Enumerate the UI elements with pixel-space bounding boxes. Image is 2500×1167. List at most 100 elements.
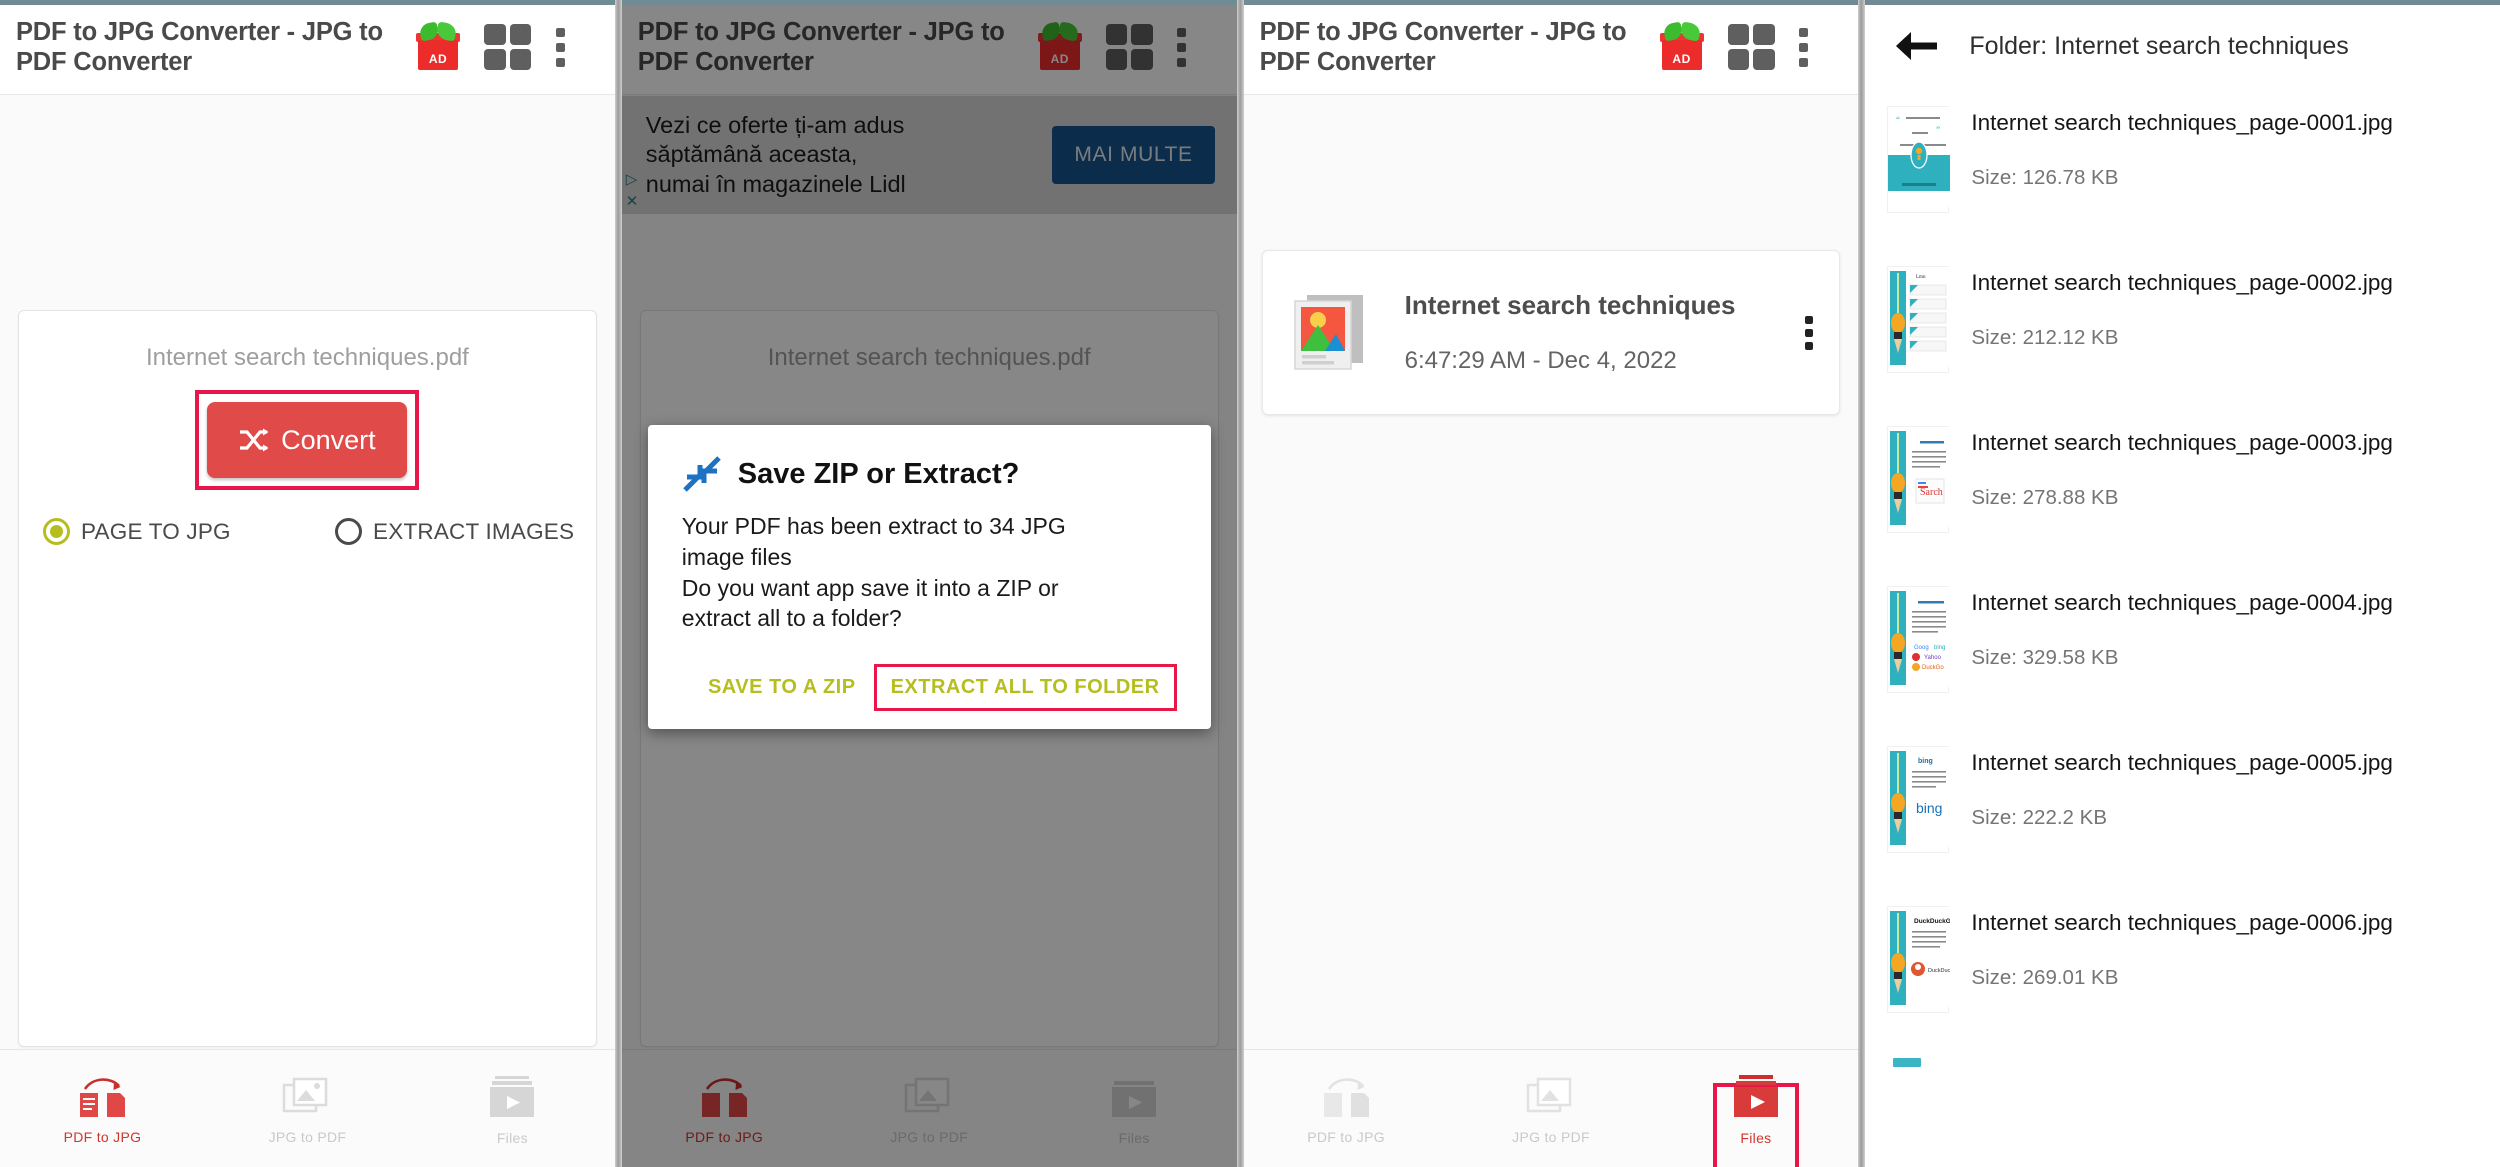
- output-card-text: Internet search techniques 6:47:29 AM - …: [1405, 290, 1778, 375]
- radio-page-to-jpg[interactable]: PAGE TO JPG: [31, 518, 335, 545]
- files-icon: [483, 1072, 541, 1122]
- converter-body: Internet search techniques.pdf Convert P…: [0, 95, 615, 1167]
- files-icon: [1727, 1072, 1785, 1122]
- file-size: Size: 269.01 KB: [1971, 965, 2119, 989]
- output-folder-card[interactable]: Internet search techniques 6:47:29 AM - …: [1261, 250, 1841, 415]
- file-thumbnail: “ ”: [1887, 106, 1951, 213]
- file-thumbnail: Sarch: [1887, 426, 1951, 533]
- dialog-message: Your PDF has been extract to 34 JPG imag…: [682, 511, 1177, 634]
- file-thumbnail: Lmn: [1887, 266, 1951, 373]
- folder-app-bar: Folder: Internet search techniques: [1865, 0, 2500, 92]
- panel-divider-3: [1858, 0, 1866, 1167]
- nav-item-pdf-to-jpg[interactable]: PDF to JPG: [0, 1073, 205, 1145]
- jpg-to-pdf-icon: [276, 1073, 338, 1121]
- svg-text:Lmn: Lmn: [1916, 275, 1926, 280]
- overflow-menu-icon[interactable]: [1799, 27, 1809, 67]
- convert-button[interactable]: Convert: [207, 402, 408, 478]
- nav-label-jpg-to-pdf: JPG to PDF: [268, 1128, 347, 1145]
- svg-text:Goog: Goog: [1914, 645, 1929, 651]
- list-item[interactable]: Goog bing Yahoo DuckGo Internet search t…: [1865, 572, 2500, 732]
- folder-file-list[interactable]: “ ” Internet search techniques_page-0001…: [1865, 92, 2500, 1167]
- app-bar: PDF to JPG Converter - JPG to PDF Conver…: [0, 0, 615, 95]
- svg-text:”: ”: [1936, 125, 1940, 135]
- file-size: Size: 329.58 KB: [1971, 645, 2119, 669]
- panel-divider-2: [1236, 0, 1244, 1167]
- dialog-message-line-4: extract all to a folder?: [681, 605, 902, 632]
- nav-item-files[interactable]: Files: [1653, 1072, 1858, 1167]
- list-item[interactable]: Sarch Internet search techniques_page-00…: [1865, 412, 2500, 572]
- output-card-overflow-icon[interactable]: [1799, 315, 1819, 350]
- shuffle-icon: [239, 428, 269, 452]
- list-item[interactable]: DuckDuckGo DuckDuckGo Internet search te…: [1865, 892, 2500, 1052]
- save-zip-or-extract-dialog: Save ZIP or Extract? Your PDF has been e…: [647, 425, 1211, 730]
- selected-file-name: Internet search techniques.pdf: [145, 344, 469, 371]
- folder-title: Folder: Internet search techniques: [1969, 31, 2349, 60]
- extract-all-to-folder-button[interactable]: EXTRACT ALL TO FOLDER: [873, 664, 1177, 712]
- radio-selected-icon: [43, 518, 70, 545]
- radio-extract-images[interactable]: EXTRACT IMAGES: [335, 518, 574, 545]
- pdf-to-jpg-icon: [1315, 1073, 1377, 1121]
- file-size: Size: 278.88 KB: [1971, 485, 2119, 509]
- svg-text:bing: bing: [1918, 758, 1933, 765]
- svg-text:Yahoo: Yahoo: [1924, 655, 1942, 661]
- nav-item-jpg-to-pdf[interactable]: JPG to PDF: [205, 1073, 410, 1145]
- svg-text:DuckGo: DuckGo: [1922, 665, 1944, 671]
- file-name: Internet search techniques_page-0004.jpg: [1971, 590, 2393, 615]
- radio-page-to-jpg-label: PAGE TO JPG: [81, 518, 231, 544]
- save-to-zip-button[interactable]: SAVE TO A ZIP: [698, 664, 866, 711]
- gift-ad-icon[interactable]: AD: [1659, 21, 1704, 70]
- file-thumbnail: bing bing: [1887, 746, 1951, 853]
- dialog-message-line-1: Your PDF has been extract to 34 JPG: [681, 513, 1066, 539]
- files-body: Internet search techniques 6:47:29 AM - …: [1243, 95, 1859, 1167]
- gift-ad-icon[interactable]: AD: [416, 21, 460, 70]
- bottom-navigation-1: PDF to JPG JPG to PDF Files: [0, 1049, 615, 1167]
- file-thumbnail: Goog bing Yahoo DuckGo: [1887, 586, 1951, 693]
- svg-text:DuckDuckGo: DuckDuckGo: [1914, 918, 1950, 925]
- bottom-navigation-3: PDF to JPG JPG to PDF Files: [1243, 1049, 1859, 1167]
- nav-item-files[interactable]: Files: [410, 1072, 615, 1146]
- status-strip: [1243, 0, 1859, 5]
- list-item[interactable]: “ ” Internet search techniques_page-0001…: [1865, 92, 2500, 252]
- app-bar-actions: AD: [1659, 21, 1809, 70]
- svg-text:bing: bing: [1934, 645, 1945, 651]
- grid-apps-icon[interactable]: [484, 24, 531, 70]
- overflow-menu-icon[interactable]: [555, 27, 565, 67]
- dialog-message-line-3: Do you want app save it into a ZIP or: [681, 574, 1059, 601]
- nav-item-jpg-to-pdf[interactable]: JPG to PDF: [1449, 1073, 1654, 1145]
- list-item[interactable]: bing bing Internet search techniques_pag…: [1865, 732, 2500, 892]
- panel-files-list: PDF to JPG Converter - JPG to PDF Conver…: [1243, 0, 1859, 1167]
- app-title: PDF to JPG Converter - JPG to PDF Conver…: [16, 17, 383, 76]
- converter-card: Internet search techniques.pdf Convert P…: [18, 310, 597, 1047]
- radio-extract-images-label: EXTRACT IMAGES: [373, 518, 575, 544]
- nav-label-pdf-to-jpg: PDF to JPG: [1307, 1128, 1385, 1145]
- nav-label-jpg-to-pdf: JPG to PDF: [1512, 1128, 1590, 1145]
- panel-save-or-extract-dialog: PDF to JPG Converter - JPG to PDF Conver…: [621, 0, 1237, 1167]
- convert-button-label: Convert: [281, 424, 376, 455]
- list-item[interactable]: Lmn Internet search techniques_page-0002…: [1865, 252, 2500, 412]
- back-arrow-icon[interactable]: [1893, 29, 1939, 63]
- nav-item-pdf-to-jpg[interactable]: PDF to JPG: [1244, 1073, 1449, 1145]
- svg-text:bing: bing: [1916, 800, 1942, 816]
- file-size: Size: 222.2 KB: [1971, 805, 2108, 829]
- svg-text:DuckDuckGo: DuckDuckGo: [1928, 968, 1950, 974]
- file-meta: Internet search techniques_page-0002.jpg…: [1971, 266, 2476, 350]
- conversion-mode-radio-group: PAGE TO JPG EXTRACT IMAGES: [19, 518, 596, 545]
- dialog-header: Save ZIP or Extract?: [682, 455, 1177, 493]
- dialog-title: Save ZIP or Extract?: [737, 457, 1020, 490]
- file-size: Size: 212.12 KB: [1971, 325, 2119, 349]
- app-title: PDF to JPG Converter - JPG to PDF Conver…: [1259, 17, 1627, 76]
- jpg-to-pdf-icon: [1520, 1073, 1582, 1121]
- file-meta: Internet search techniques_page-0003.jpg…: [1971, 426, 2476, 510]
- file-name: Internet search techniques_page-0001.jpg: [1971, 110, 2393, 135]
- extract-arrows-icon: [682, 455, 722, 493]
- pdf-to-jpg-icon: [71, 1073, 133, 1121]
- nav-label-files: Files: [496, 1129, 528, 1146]
- grid-apps-icon[interactable]: [1727, 24, 1775, 70]
- file-meta: Internet search techniques_page-0006.jpg…: [1971, 906, 2476, 990]
- panel-converter-idle: PDF to JPG Converter - JPG to PDF Conver…: [0, 0, 615, 1167]
- status-strip: [0, 0, 615, 5]
- file-name: Internet search techniques_page-0006.jpg: [1971, 910, 2393, 935]
- file-name: Internet search techniques_page-0002.jpg: [1971, 270, 2393, 295]
- file-meta: Internet search techniques_page-0005.jpg…: [1971, 746, 2476, 830]
- nav-label-pdf-to-jpg: PDF to JPG: [63, 1128, 142, 1145]
